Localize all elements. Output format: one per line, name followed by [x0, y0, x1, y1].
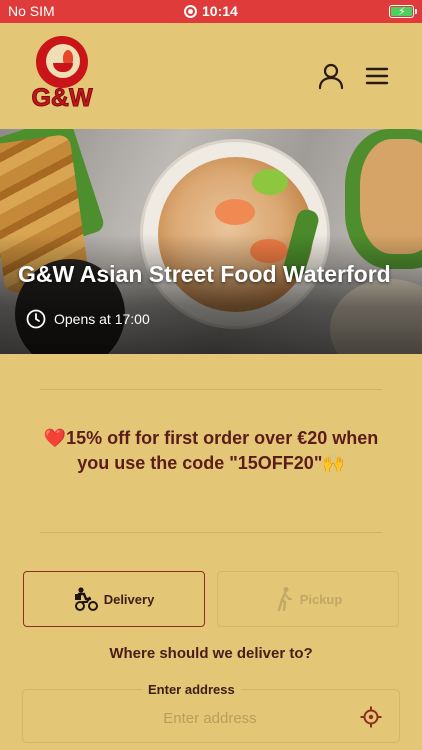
- status-time: 10:14: [202, 3, 238, 19]
- promo-message: ❤️15% off for first order over €20 when …: [40, 426, 382, 476]
- status-bar: No SIM 10:14 ⚡: [0, 0, 422, 23]
- address-input[interactable]: [60, 706, 360, 730]
- delivery-scooter-icon: [74, 587, 98, 611]
- address-field-label: Enter address: [142, 682, 241, 697]
- restaurant-name: G&W Asian Street Food Waterford: [18, 261, 391, 287]
- walking-person-icon: [277, 587, 292, 612]
- locate-me-icon[interactable]: [360, 706, 382, 728]
- raising-hands-emoji: 🙌: [322, 453, 345, 473]
- restaurant-logo[interactable]: G&W: [22, 36, 102, 118]
- charging-bolt-icon: ⚡: [398, 6, 406, 18]
- hamburger-menu-icon[interactable]: [362, 61, 392, 91]
- clock-icon: [26, 309, 46, 329]
- opening-hours-text: Opens at 17:00: [54, 311, 150, 327]
- pickup-button[interactable]: Pickup: [217, 571, 399, 627]
- battery-icon: ⚡: [389, 5, 417, 18]
- hero-banner: G&W Asian Street Food Waterford Opens at…: [0, 129, 422, 354]
- divider-bottom: [40, 532, 382, 533]
- opening-hours: Opens at 17:00: [26, 309, 150, 329]
- user-icon[interactable]: [316, 61, 346, 91]
- app-header: G&W: [0, 23, 422, 129]
- pickup-label: Pickup: [299, 591, 343, 607]
- divider-top: [40, 389, 382, 390]
- screen-record-icon: [184, 4, 197, 18]
- delivery-question: Where should we deliver to?: [109, 645, 313, 662]
- carrier-label: No SIM: [8, 3, 55, 19]
- heart-emoji: ❤️: [43, 428, 67, 448]
- logo-emblem: [36, 36, 88, 88]
- delivery-button[interactable]: Delivery: [23, 571, 205, 627]
- status-time-group: 10:14: [184, 3, 238, 19]
- delivery-label: Delivery: [103, 591, 155, 607]
- logo-wordmark: G&W: [31, 84, 93, 113]
